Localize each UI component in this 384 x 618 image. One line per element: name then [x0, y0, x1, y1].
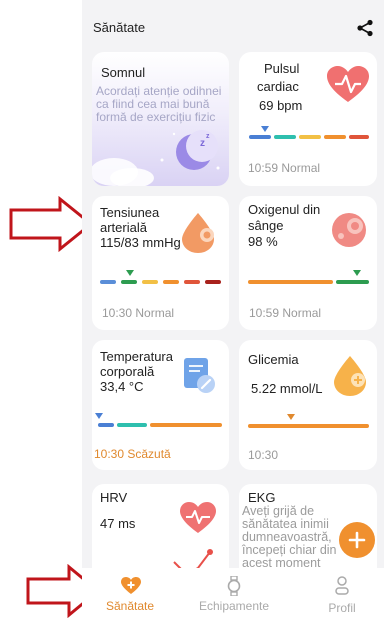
blood-pressure-card[interactable]: Tensiunea arterială 115/83 mmHg 10:30 No…	[92, 196, 229, 330]
oxygen-value: 98 %	[248, 234, 278, 249]
page-title: Sănătate	[93, 20, 146, 35]
pulse-value: 69 bpm	[259, 98, 303, 113]
tab-devices[interactable]: Echipamente	[192, 572, 276, 616]
temp-bar-teal	[117, 423, 147, 427]
tab-profile-label: Profil	[328, 601, 356, 615]
temp-bar-blue	[98, 423, 114, 427]
temp-bar-orange	[150, 423, 222, 427]
health-heart-icon	[121, 577, 141, 594]
pulse-marker	[261, 126, 269, 132]
hrv-title: HRV	[100, 490, 128, 505]
oxygen-drop-icon	[332, 213, 366, 247]
hrv-value: 47 ms	[100, 516, 136, 531]
health-screen: Sănătate Somnul Acordați atenție odihnei…	[82, 0, 384, 618]
svg-text:z: z	[200, 138, 205, 149]
bp-title-line2: arterială	[100, 220, 147, 235]
oxygen-title-line2: sânge	[248, 218, 284, 233]
bp-title-line1: Tensiunea	[100, 205, 160, 220]
glucose-card[interactable]: Glicemia 5.22 mmol/L 10:30	[239, 340, 377, 470]
pulse-bar-blue	[249, 135, 271, 139]
temp-title-line2: corporală	[100, 364, 155, 379]
ekg-add-button[interactable]	[339, 522, 375, 558]
pulse-bar-red	[349, 135, 369, 139]
thermometer-clipboard-icon	[184, 358, 215, 393]
profile-icon	[335, 576, 349, 595]
bp-bar-yellow	[142, 280, 158, 284]
temp-footer: 10:30 Scăzută	[94, 447, 171, 461]
pulse-footer: 10:59 Normal	[248, 161, 321, 175]
glucose-footer: 10:30	[248, 448, 279, 462]
bp-bar-orange	[163, 280, 179, 284]
glucose-value: 5.22 mmol/L	[251, 381, 323, 396]
sleep-title: Somnul	[101, 65, 146, 80]
watch-icon	[227, 576, 241, 596]
bp-bar-blue	[100, 280, 116, 284]
moon-icon: z z	[92, 130, 220, 186]
pulse-title-line1: Pulsul	[264, 61, 300, 76]
pulse-bar-yellow	[299, 135, 321, 139]
pulse-card[interactable]: Pulsul cardiac 69 bpm 10:59 Normal	[239, 52, 377, 186]
glucose-bar-orange	[248, 424, 369, 428]
bp-bar-red	[184, 280, 200, 284]
glucose-title: Glicemia	[248, 352, 299, 367]
bp-marker	[126, 270, 134, 276]
oxygen-footer: 10:59 Normal	[249, 306, 322, 320]
temperature-card[interactable]: Temperatura corporală 33,4 °C 10:30 Scăz…	[92, 340, 229, 470]
ekg-description: Aveți grijă de sănătatea inimii dumneavo…	[242, 504, 337, 570]
glucose-marker	[287, 414, 295, 420]
bp-value: 115/83 mmHg	[100, 235, 181, 250]
temp-value: 33,4 °C	[100, 379, 144, 394]
oxygen-title-line1: Oxigenul din	[248, 202, 321, 217]
bottom-tab-bar: Sănătate Echipamente Profil	[82, 568, 384, 618]
bp-footer: 10:30 Normal	[102, 306, 175, 320]
tab-health-label: Sănătate	[105, 599, 155, 613]
sleep-description: Acordați atenție odihnei ca fiind cea ma…	[96, 84, 222, 124]
pulse-bar-orange	[324, 135, 346, 139]
temp-marker	[95, 413, 103, 419]
plus-icon	[348, 531, 366, 549]
oxygen-marker	[353, 270, 361, 276]
blood-oxygen-card[interactable]: Oxigenul din sânge 98 % 10:59 Normal	[239, 196, 377, 330]
pulse-title-line2: cardiac	[257, 79, 299, 94]
hrv-heart-icon	[180, 502, 216, 533]
tab-health[interactable]: Sănătate	[95, 572, 165, 616]
share-icon[interactable]	[356, 19, 374, 37]
sleep-card[interactable]: Somnul Acordați atenție odihnei ca fiind…	[92, 52, 229, 186]
pulse-bar-teal	[274, 135, 296, 139]
header: Sănătate	[82, 0, 384, 52]
glucose-drop-icon	[334, 356, 366, 396]
bp-bar-green	[121, 280, 137, 284]
blood-drop-icon	[182, 213, 214, 253]
tab-devices-label: Echipamente	[198, 599, 270, 613]
temp-title-line1: Temperatura	[100, 349, 173, 364]
oxygen-bar-orange	[248, 280, 333, 284]
oxygen-bar-green	[336, 280, 369, 284]
tab-profile[interactable]: Profil	[314, 572, 370, 616]
bp-bar-darkred	[205, 280, 221, 284]
heart-icon	[327, 66, 369, 102]
svg-text:z: z	[206, 133, 210, 140]
